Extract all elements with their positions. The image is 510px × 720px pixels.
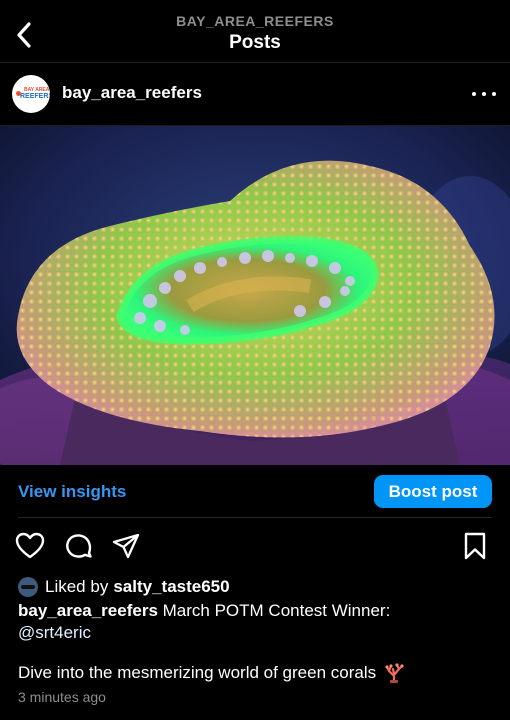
more-dot-icon bbox=[482, 92, 486, 96]
heart-icon bbox=[15, 532, 45, 559]
liker-username[interactable]: salty_taste650 bbox=[113, 577, 229, 597]
caption-description-row: Dive into the mesmerizing world of green… bbox=[18, 662, 404, 684]
more-options-button[interactable] bbox=[472, 85, 496, 103]
page-title: Posts bbox=[229, 32, 281, 53]
divider bbox=[18, 517, 492, 518]
avatar-logo-text-bottom: REEFERS bbox=[20, 93, 50, 100]
caption: bay_area_reefers March POTM Contest Winn… bbox=[18, 600, 488, 644]
like-button[interactable] bbox=[14, 530, 46, 562]
caption-description: Dive into the mesmerizing world of green… bbox=[18, 663, 377, 682]
liked-by-row[interactable]: Liked by salty_taste650 bbox=[18, 576, 230, 598]
header-username: BAY_AREA_REEFERS bbox=[176, 13, 334, 29]
liker-avatar bbox=[18, 577, 38, 597]
comment-button[interactable] bbox=[63, 530, 95, 562]
post-author-username[interactable]: bay_area_reefers bbox=[62, 83, 202, 103]
caption-text: March POTM Contest Winner: bbox=[162, 601, 391, 620]
post-image[interactable] bbox=[0, 126, 510, 465]
boost-post-button[interactable]: Boost post bbox=[374, 475, 492, 508]
liked-by-prefix: Liked by bbox=[45, 577, 109, 596]
more-dot-icon bbox=[492, 92, 496, 96]
post-header: BAY AREA REEFERS bay_area_reefers bbox=[0, 63, 510, 126]
comment-icon bbox=[66, 534, 92, 558]
avatar[interactable]: BAY AREA REEFERS bbox=[12, 75, 50, 113]
view-insights-link[interactable]: View insights bbox=[18, 482, 126, 502]
more-dot-icon bbox=[472, 92, 476, 96]
top-nav-bar: BAY_AREA_REEFERS Posts bbox=[0, 0, 510, 63]
save-button[interactable] bbox=[459, 530, 491, 562]
coral-emoji-icon bbox=[385, 663, 404, 683]
caption-mention[interactable]: @srt4eric bbox=[18, 623, 91, 642]
post-actions bbox=[0, 530, 510, 564]
bookmark-icon bbox=[464, 532, 486, 560]
caption-author[interactable]: bay_area_reefers bbox=[18, 601, 158, 620]
logo-dot-icon bbox=[16, 91, 21, 96]
post-timestamp: 3 minutes ago bbox=[18, 689, 106, 705]
share-button[interactable] bbox=[110, 530, 142, 562]
coral-photo bbox=[0, 126, 510, 465]
send-icon bbox=[112, 533, 140, 559]
